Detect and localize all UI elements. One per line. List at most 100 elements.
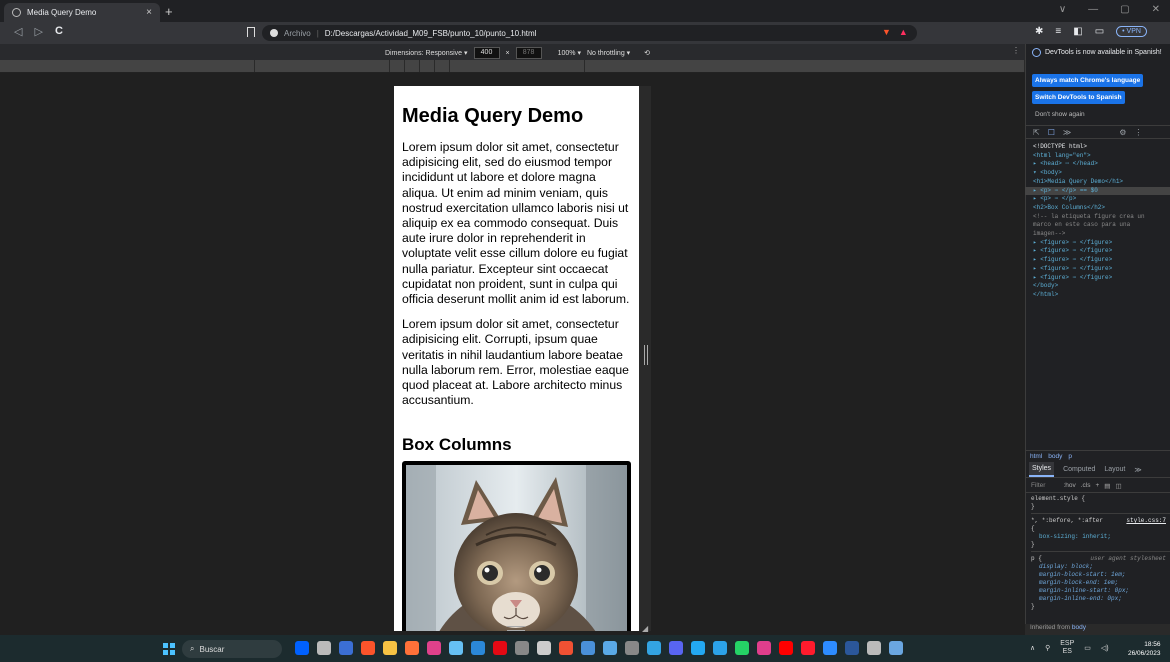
tab-search-icon[interactable]: ∨ [1059, 4, 1066, 15]
unity-icon[interactable] [537, 641, 551, 655]
maximize-button[interactable]: ▢ [1120, 4, 1129, 15]
dont-show-again-link[interactable]: Don't show again [1035, 111, 1085, 118]
youtube-icon[interactable] [779, 641, 793, 655]
opera-icon[interactable] [801, 641, 815, 655]
photos-icon[interactable] [757, 641, 771, 655]
word-icon[interactable] [845, 641, 859, 655]
remote-icon[interactable] [889, 641, 903, 655]
media-query-bar[interactable] [0, 60, 1025, 73]
brave-shield-icon[interactable]: ▼ [882, 27, 891, 37]
windows-start-icon[interactable] [163, 643, 175, 655]
stats-icon[interactable] [867, 641, 881, 655]
code-editor-icon[interactable] [625, 641, 639, 655]
usb-icon[interactable]: ⚲ [1045, 644, 1050, 652]
tray-chevron-icon[interactable]: ∧ [1030, 644, 1035, 652]
stylesheet-link[interactable]: style.css:7 [1126, 517, 1166, 525]
dom-node[interactable]: <!DOCTYPE html> [1033, 143, 1170, 152]
computed-styles-icon[interactable]: ▤ [1104, 482, 1110, 490]
dom-node[interactable]: marco en este caso para una [1033, 221, 1170, 230]
media-query-segment[interactable] [435, 60, 450, 72]
match-language-button[interactable]: Always match Chrome's language [1032, 74, 1144, 87]
dropbox-icon[interactable] [295, 641, 309, 655]
brave-icon[interactable] [361, 641, 375, 655]
sidebar-icon[interactable]: ◧ [1073, 26, 1082, 37]
taskbar-search[interactable]: ⌕ Buscar [182, 640, 282, 658]
element-style-selector[interactable]: element.style { [1031, 495, 1170, 503]
media-query-segment[interactable] [390, 60, 405, 72]
zoom-icon[interactable] [823, 641, 837, 655]
height-input[interactable]: 878 [515, 47, 542, 59]
dom-node[interactable]: ▾ <body> [1033, 169, 1170, 178]
breadcrumb-p[interactable]: p [1068, 453, 1072, 460]
files-icon[interactable] [317, 641, 331, 655]
more-tabs-icon[interactable]: ≫ [1063, 128, 1071, 137]
netflix-icon[interactable] [493, 641, 507, 655]
discord-icon[interactable] [669, 641, 683, 655]
tab-layout[interactable]: Layout [1104, 466, 1125, 473]
dom-node[interactable]: imagen--> [1033, 230, 1170, 239]
app-store-icon[interactable] [427, 641, 441, 655]
network-icon[interactable]: ▭ [1084, 644, 1091, 652]
dom-node[interactable]: </body> [1033, 282, 1170, 291]
git-icon[interactable] [559, 641, 573, 655]
dom-node[interactable]: <h2>Box Columns</h2> [1033, 204, 1170, 213]
site-info-icon[interactable] [270, 29, 278, 37]
firefox-icon[interactable] [405, 641, 419, 655]
universal-selector[interactable]: *, *:before, *:after [1031, 517, 1103, 524]
wallet-icon[interactable]: ▭ [1095, 26, 1104, 37]
forward-button[interactable]: ▷ [34, 25, 42, 38]
switch-language-button[interactable]: Switch DevTools to Spanish [1032, 91, 1125, 104]
media-query-segment[interactable] [420, 60, 435, 72]
device-toolbar-menu[interactable]: ⋮ [1012, 46, 1020, 55]
dom-node[interactable]: ▸ <head> ⋯ </head> [1033, 160, 1170, 169]
dom-node[interactable]: </html> [1033, 291, 1170, 300]
dom-node[interactable]: ▸ <figure> ⋯ </figure> [1033, 247, 1170, 256]
dom-node[interactable]: ▸ <figure> ⋯ </figure> [1033, 256, 1170, 265]
taskbar-clock[interactable]: 18:56 26/06/2023 [1128, 640, 1161, 658]
new-tab-button[interactable]: + [165, 4, 173, 19]
filter-input[interactable]: Filter [1031, 482, 1045, 489]
tab-close-icon[interactable]: × [146, 7, 152, 18]
media-query-segment[interactable] [255, 60, 390, 72]
breadcrumb-body[interactable]: body [1048, 453, 1062, 460]
media-query-segment[interactable] [450, 60, 585, 72]
width-input[interactable]: 400 [473, 47, 500, 59]
bookmark-icon[interactable] [247, 27, 255, 37]
vpn-button[interactable]: • VPN [1116, 26, 1147, 37]
close-window-button[interactable]: ✕ [1152, 4, 1160, 15]
brave-rewards-icon[interactable]: ▲ [899, 27, 908, 37]
teams-icon[interactable] [713, 641, 727, 655]
puzzle-icon[interactable]: ✱ [1035, 26, 1043, 37]
playlist-icon[interactable]: ≡ [1055, 26, 1061, 37]
dom-node[interactable]: ▸ <figure> ⋯ </figure> [1033, 274, 1170, 283]
inherited-body-link[interactable]: body [1072, 624, 1086, 631]
new-rule-button[interactable]: + [1096, 482, 1100, 490]
minimize-button[interactable]: — [1088, 4, 1098, 15]
devtools-menu-icon[interactable]: ⋮ [1134, 128, 1142, 137]
emulated-page[interactable]: Media Query Demo Lorem ipsum dolor sit a… [394, 86, 639, 631]
dom-tree[interactable]: <!DOCTYPE html> <html lang="en"> ▸ <head> … [1025, 143, 1170, 300]
device-toggle-icon[interactable]: ☐ [1048, 128, 1055, 137]
dom-node[interactable]: <!-- la etiqueta figure crea un [1033, 213, 1170, 222]
steam-icon[interactable] [449, 641, 463, 655]
tab-computed[interactable]: Computed [1063, 466, 1095, 473]
throttling-dropdown[interactable]: No throttling ▾ [587, 49, 630, 57]
reload-button[interactable]: C [55, 25, 63, 38]
dom-node[interactable]: <h1>Media Query Demo</h1> [1033, 178, 1170, 187]
cls-toggle[interactable]: .cls [1081, 482, 1091, 490]
dom-node[interactable]: ▸ <p> ⋯ </p> [1033, 195, 1170, 204]
url-text[interactable]: D:/Descargas/Actividad_M09_FSB/punto_10/… [325, 29, 537, 38]
terminal-icon[interactable] [581, 641, 595, 655]
corner-resize-handle[interactable]: ◢ [642, 624, 648, 633]
chart-app-icon[interactable] [603, 641, 617, 655]
browser-tab[interactable]: Media Query Demo × [4, 3, 160, 22]
right-resize-handle[interactable] [644, 345, 648, 365]
folder-icon[interactable] [383, 641, 397, 655]
sidebar-toggle-icon[interactable]: ◫ [1115, 482, 1121, 490]
media-query-segment[interactable] [0, 60, 255, 72]
calendar-icon[interactable] [471, 641, 485, 655]
box-sizing-declaration[interactable]: box-sizing: inherit; [1031, 533, 1170, 541]
whatsapp-icon[interactable] [735, 641, 749, 655]
inspect-icon[interactable]: ⇱ [1033, 128, 1040, 137]
breadcrumb-html[interactable]: html [1030, 453, 1042, 460]
